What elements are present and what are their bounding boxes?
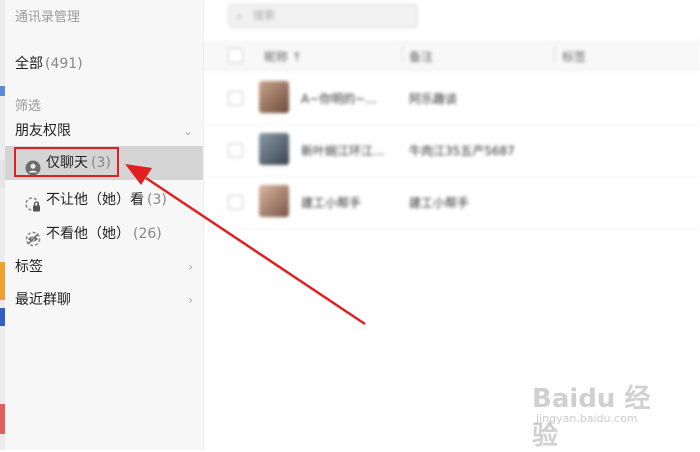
search-icon: ⌕ [236, 9, 243, 23]
row-checkbox[interactable] [228, 195, 243, 210]
avatar [259, 81, 289, 113]
contact-nickname: 新叶婉江环江... [301, 144, 385, 158]
hidden-eye-icon [25, 226, 41, 247]
sidebar-title: 通讯录管理 [15, 10, 81, 25]
all-contacts-label: 全部 [15, 56, 43, 72]
filter-section-label: 筛选 [15, 99, 42, 114]
permission-item-label: 不看他（她） [46, 226, 130, 242]
lock-eye-icon [25, 192, 41, 212]
permission-item-label: 仅聊天 [46, 155, 88, 171]
column-header-remark[interactable]: 备注 [409, 48, 433, 65]
contacts-sidebar: 通讯录管理 全部 (491) 筛选 朋友权限 ⌄ 仅聊天 (3) 不让他（她）看 (3… [5, 0, 204, 450]
select-all-checkbox[interactable] [228, 48, 243, 63]
permission-item-count: (26) [133, 226, 162, 242]
chevron-right-icon: › [188, 260, 193, 274]
chevron-right-icon: › [188, 293, 193, 307]
all-contacts-item[interactable]: 全部 (491) [15, 53, 83, 73]
column-header-nickname[interactable]: 昵称 ↑ [264, 48, 302, 65]
avatar [259, 185, 289, 217]
search-placeholder: 搜索 [253, 9, 275, 22]
contact-remark: 牛肉江35五产5687 [409, 144, 515, 158]
contact-remark: 阿乐趣谈 [409, 92, 458, 106]
tags-group[interactable]: 标签 › [15, 256, 193, 278]
friend-permission-label: 朋友权限 [15, 123, 71, 139]
search-input[interactable]: ⌕ 搜索 [228, 4, 418, 28]
row-checkbox[interactable] [228, 91, 243, 106]
permission-item-hide-moments[interactable]: 不让他（她）看 (3) [5, 183, 203, 217]
column-divider [402, 46, 403, 64]
permission-item-hide-their-moments[interactable]: 不看他（她） (26) [5, 217, 203, 251]
permission-item-label: 不让他（她）看 [46, 192, 144, 208]
table-row[interactable]: 建工小帮手 建工小帮手 [204, 176, 700, 229]
table-row[interactable]: A~你明的~... 阿乐趣谈 [204, 72, 700, 125]
permission-item-count: (3) [91, 155, 111, 171]
row-checkbox[interactable] [228, 143, 243, 158]
all-contacts-count: (491) [45, 56, 83, 72]
permission-item-chat-only[interactable]: 仅聊天 (3) [5, 146, 203, 180]
friend-permission-group[interactable]: 朋友权限 ⌄ [15, 120, 193, 142]
permission-item-count: (3) [147, 192, 167, 208]
table-row[interactable]: 新叶婉江环江... 牛肉江35五产5687 [204, 124, 700, 177]
chevron-down-icon: ⌄ [182, 124, 193, 138]
tags-label: 标签 [15, 259, 43, 275]
avatar [259, 133, 289, 165]
contacts-main-panel: ⌕ 搜索 昵称 ↑ 备注 标签 A~你明的~... 阿乐趣谈 新叶婉江环江...… [204, 0, 700, 450]
user-circle-icon [25, 155, 41, 176]
contact-remark: 建工小帮手 [409, 196, 470, 210]
column-header-tags[interactable]: 标签 [562, 48, 586, 65]
column-divider [554, 46, 555, 64]
recent-groups-label: 最近群聊 [15, 292, 71, 308]
contact-nickname: A~你明的~... [301, 92, 377, 106]
table-header: 昵称 ↑ 备注 标签 [204, 40, 700, 71]
contact-nickname: 建工小帮手 [301, 196, 362, 210]
recent-groups-group[interactable]: 最近群聊 › [15, 289, 193, 311]
